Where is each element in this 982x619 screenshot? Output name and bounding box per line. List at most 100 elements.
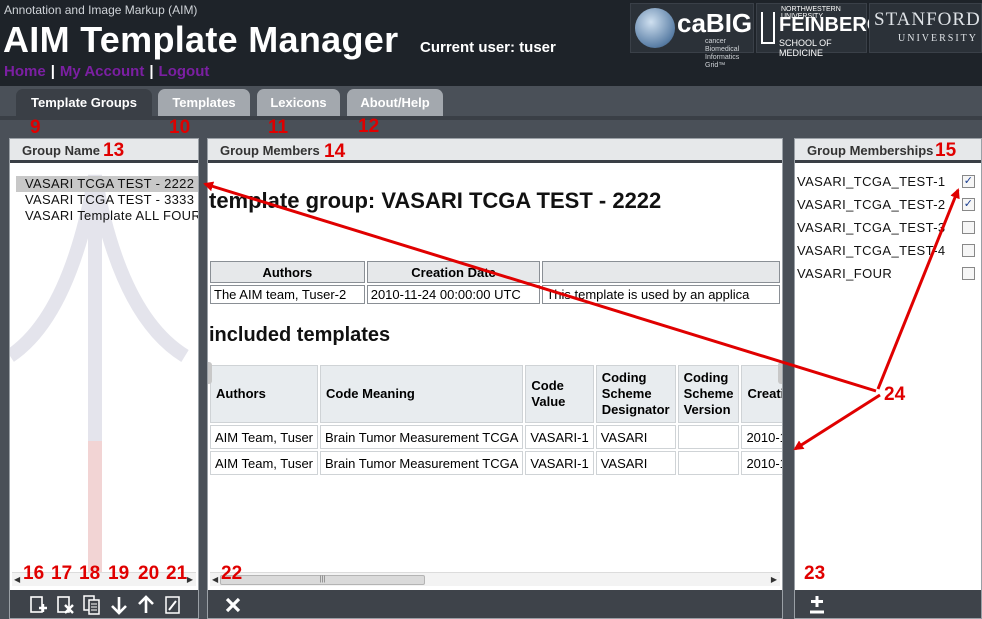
membership-checkbox[interactable]: ✓ (962, 198, 975, 211)
membership-checkbox[interactable] (962, 267, 975, 280)
nav-home-link[interactable]: Home (4, 63, 46, 80)
info-cell: 2010-11-24 00:00:00 UTC (366, 285, 541, 304)
table-cell: VASARI-1 (525, 425, 594, 449)
annotation-number: 12 (358, 116, 380, 137)
table-cell: 2010-11 (741, 451, 782, 475)
app-subtitle: Annotation and Image Markup (AIM) (4, 3, 198, 17)
templates-column-header[interactable]: Code Value (525, 365, 594, 423)
annotation-number: 11 (268, 117, 289, 138)
groups-toolbar (10, 590, 198, 618)
group-memberships-header: Group Memberships (795, 139, 981, 163)
table-cell: 2010-11 (741, 425, 782, 449)
info-column-header (542, 261, 780, 283)
table-cell: VASARI (595, 425, 676, 449)
templates-column-header[interactable]: Authors (210, 365, 319, 423)
watermark-logo (10, 174, 189, 581)
collapse-right-handle[interactable] (778, 362, 782, 384)
membership-label: VASARI_FOUR (797, 266, 893, 281)
remove-x-icon[interactable] (222, 594, 244, 616)
feinberg-mark-icon (761, 12, 775, 44)
feinberg-logo: NORTHWESTERN UNIVERSITY FEINBERG SCHOOL … (756, 3, 882, 58)
add-document-icon[interactable] (27, 594, 49, 616)
tab-about-help[interactable]: About/Help (347, 89, 443, 117)
group-list-item[interactable]: VASARI TCGA TEST - 2222 (16, 176, 198, 192)
templates-column-header[interactable]: Creatio (741, 365, 782, 423)
membership-list: VASARI_TCGA_TEST-1 ✓ VASARI_TCGA_TEST-2 … (795, 172, 981, 287)
membership-item: VASARI_TCGA_TEST-3 (795, 218, 981, 241)
plus-minus-icon[interactable] (806, 594, 828, 616)
tab-lexicons[interactable]: Lexicons (257, 89, 340, 117)
template-group-title: template group: VASARI TCGA TEST - 2222 (209, 188, 662, 213)
group-members-panel: Group Members template group: VASARI TCG… (207, 138, 783, 619)
membership-item: VASARI_TCGA_TEST-2 ✓ (795, 195, 981, 218)
collapse-left-handle[interactable] (208, 362, 212, 384)
group-members-content: template group: VASARI TCGA TEST - 2222 … (208, 166, 782, 562)
table-cell: VASARI (595, 451, 676, 475)
copy-document-icon[interactable] (81, 594, 103, 616)
tab-strip-underline (0, 116, 982, 120)
group-list-item[interactable]: VASARI Template ALL FOUR (16, 208, 198, 224)
membership-label: VASARI_TCGA_TEST-4 (797, 243, 946, 258)
cabig-logo: caBIG cancer Biomedical Informatics Grid… (630, 3, 754, 69)
templates-column-header[interactable]: Code Meaning (320, 365, 524, 423)
nav-logout-link[interactable]: Logout (159, 63, 210, 80)
group-members-header: Group Members (208, 139, 782, 163)
scroll-left-icon[interactable]: ◀ (212, 575, 218, 584)
scroll-right-icon[interactable]: ▶ (771, 575, 777, 584)
info-column-header: Creation Date (366, 261, 541, 283)
tab-templates[interactable]: Templates (158, 89, 250, 117)
cabig-logo-text: caBIG (677, 8, 753, 38)
arrow-down-icon[interactable] (108, 594, 130, 616)
table-cell: VASARI-1 (525, 451, 594, 475)
nav-my-account-link[interactable]: My Account (60, 63, 144, 80)
table-row[interactable]: AIM Team, Tuser Brain Tumor Measurement … (210, 425, 782, 449)
members-toolbar (208, 590, 782, 618)
included-templates-heading: included templates (209, 324, 391, 346)
templates-column-header[interactable]: Coding Scheme Version (677, 365, 740, 423)
feinberg-logo-bottom: SCHOOL OF MEDICINE (779, 38, 832, 58)
included-templates-table: Authors Code Meaning Code Value Coding S… (208, 363, 782, 477)
membership-checkbox[interactable] (962, 244, 975, 257)
group-name-header: Group Name (10, 139, 198, 163)
groups-horizontal-scrollbar[interactable]: ◀ ▶ (12, 572, 196, 586)
group-name-panel: Group Name VASARI TCGA TEST - 2222 VASAR… (9, 138, 199, 619)
membership-checkbox[interactable] (962, 221, 975, 234)
group-list: VASARI TCGA TEST - 2222 VASARI TCGA TEST… (16, 176, 198, 224)
annotation-number: 9 (30, 117, 41, 138)
stanford-logo-top: STANFORD (874, 9, 981, 30)
table-row[interactable]: AIM Team, Tuser Brain Tumor Measurement … (210, 451, 782, 475)
tab-template-groups[interactable]: Template Groups (16, 89, 152, 117)
membership-checkbox[interactable]: ✓ (962, 175, 975, 188)
table-cell: Brain Tumor Measurement TCGA (320, 451, 524, 475)
delete-document-icon[interactable] (54, 594, 76, 616)
table-cell: AIM Team, Tuser (210, 425, 319, 449)
stanford-logo-bottom: UNIVERSITY (898, 33, 978, 44)
membership-label: VASARI_TCGA_TEST-2 (797, 197, 946, 212)
app-header: Annotation and Image Markup (AIM) AIM Te… (0, 0, 982, 86)
scroll-right-icon[interactable]: ▶ (187, 575, 193, 584)
app-title: AIM Template Manager (3, 19, 399, 60)
membership-label: VASARI_TCGA_TEST-3 (797, 220, 946, 235)
membership-item: VASARI_TCGA_TEST-4 (795, 241, 981, 264)
arrow-up-icon[interactable] (135, 594, 157, 616)
info-cell: This template is used by an applica (542, 285, 780, 304)
table-cell (677, 425, 740, 449)
templates-column-header[interactable]: Coding Scheme Designator (595, 365, 676, 423)
group-list-item[interactable]: VASARI TCGA TEST - 3333 (16, 192, 198, 208)
info-cell: The AIM team, Tuser-2 (210, 285, 365, 304)
table-cell (677, 451, 740, 475)
cabig-logo-subtext: cancer Biomedical Informatics Grid™ (705, 38, 740, 69)
stanford-logo: STANFORD UNIVERSITY (869, 3, 982, 53)
template-group-info-table: Authors Creation Date The AIM team, Tuse… (208, 259, 782, 306)
top-nav: Home | My Account | Logout (4, 63, 210, 80)
membership-label: VASARI_TCGA_TEST-1 (797, 174, 946, 189)
annotation-number: 10 (169, 117, 191, 138)
info-column-header: Authors (210, 261, 365, 283)
scroll-thumb[interactable]: ||| (220, 575, 425, 585)
current-user-label: Current user: tuser (420, 39, 556, 56)
members-horizontal-scrollbar[interactable]: ◀ ||| ▶ (210, 572, 780, 586)
edit-document-icon[interactable] (162, 594, 184, 616)
scroll-left-icon[interactable]: ◀ (14, 575, 20, 584)
membership-item: VASARI_TCGA_TEST-1 ✓ (795, 172, 981, 195)
membership-item: VASARI_FOUR (795, 264, 981, 287)
